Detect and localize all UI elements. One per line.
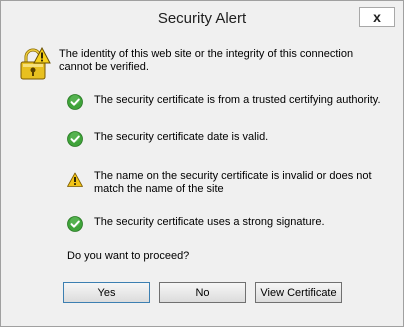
dialog-title: Security Alert (157, 10, 247, 27)
view-certificate-button[interactable]: View Certificate (255, 282, 342, 303)
dialog-body: The identity of this web site or the int… (9, 37, 395, 319)
yes-button[interactable]: Yes (63, 282, 150, 303)
warning-name-mismatch: The name on the security certificate is … (94, 170, 372, 195)
check-strong-signature: The security certificate uses a strong s… (94, 216, 325, 228)
title-bar: Security Alert x (1, 1, 403, 35)
check-date-valid: The security certificate date is valid. (94, 131, 269, 143)
check-trusted-authority: The security certificate is from a trust… (94, 94, 381, 106)
checkmark-icon (67, 131, 83, 147)
checkmark-icon (67, 94, 83, 110)
intro-text: The identity of this web site or the int… (59, 48, 354, 73)
lock-warning-icon (17, 46, 51, 81)
proceed-question: Do you want to proceed? (67, 250, 190, 262)
checkmark-icon (67, 216, 83, 232)
no-button[interactable]: No (159, 282, 246, 303)
close-button[interactable]: x (359, 7, 395, 27)
security-alert-dialog: Security Alert x The identity of this we… (0, 0, 404, 327)
warning-icon (67, 172, 83, 188)
